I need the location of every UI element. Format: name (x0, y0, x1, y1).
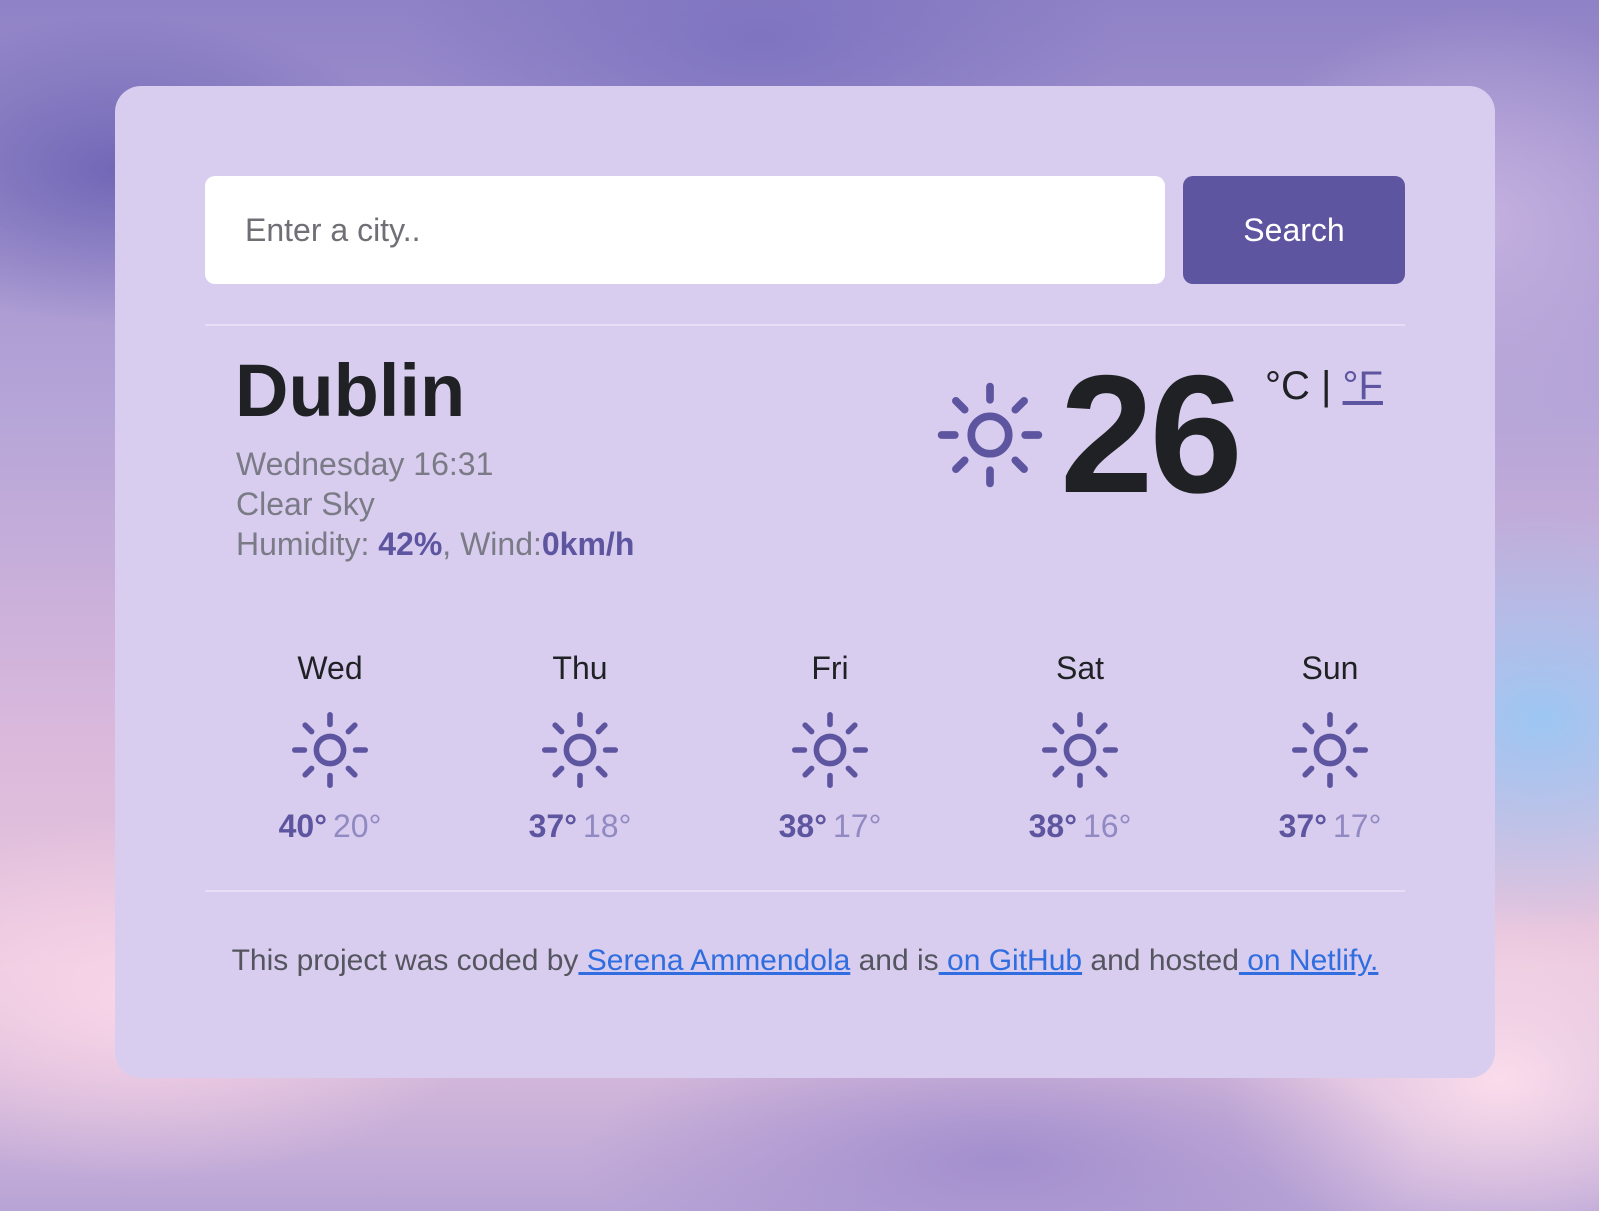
search-button[interactable]: Search (1183, 176, 1405, 284)
divider (205, 890, 1405, 892)
forecast-max-temp: 37° (528, 808, 577, 844)
sun-icon (935, 380, 1045, 490)
forecast-day-name: Sat (1055, 650, 1105, 686)
forecast-min-temp: 20° (333, 808, 382, 844)
humidity-value: 42% (378, 526, 443, 562)
footer-text: and is (850, 944, 939, 977)
unit-separator: | (1321, 364, 1332, 408)
forecast-temps: 37° 17° (1205, 806, 1455, 846)
unit-toggle: °C | °F (1265, 366, 1383, 406)
forecast-temps: 38° 16° (955, 806, 1205, 846)
author-link[interactable]: Serena Ammendola (578, 944, 851, 977)
forecast-day: Sun 37° 17° (1205, 648, 1455, 846)
current-datetime: Wednesday 16:31 (236, 446, 494, 482)
weather-card: Search Dublin Wednesday 16:31 Clear Sky … (115, 86, 1495, 1078)
forecast-min-temp: 18° (583, 808, 632, 844)
forecast-day: Thu 37° 18° (455, 648, 705, 846)
forecast-day-name: Sun (1301, 650, 1359, 686)
sun-icon (790, 710, 870, 790)
city-search-input[interactable] (205, 176, 1165, 284)
github-link[interactable]: on GitHub (939, 944, 1082, 977)
current-details: Wednesday 16:31 Clear Sky Humidity: 42%,… (236, 444, 634, 564)
forecast-max-temp: 37° (1278, 808, 1327, 844)
forecast-max-temp: 40° (278, 808, 327, 844)
forecast-min-temp: 17° (833, 808, 882, 844)
current-temperature: 26 (1060, 340, 1243, 528)
city-name: Dublin (235, 349, 466, 432)
forecast-day-name: Fri (811, 650, 849, 686)
forecast-day: Sat 38° 16° (955, 648, 1205, 846)
sun-icon (1290, 710, 1370, 790)
humidity-wind-line: Humidity: 42%, Wind:0km/h (236, 524, 634, 564)
forecast-max-temp: 38° (1028, 808, 1077, 844)
forecast-min-temp: 16° (1083, 808, 1132, 844)
divider (205, 324, 1405, 326)
fahrenheit-link[interactable]: °F (1343, 364, 1383, 408)
forecast-day: Fri 38° 17° (705, 648, 955, 846)
forecast-temps: 40° 20° (205, 806, 455, 846)
forecast-temps: 37° 18° (455, 806, 705, 846)
forecast-day: Wed 40° 20° (205, 648, 455, 846)
humidity-label: Humidity: (236, 526, 379, 562)
forecast-max-temp: 38° (778, 808, 827, 844)
forecast-temps: 38° 17° (705, 806, 955, 846)
search-form: Search (205, 176, 1405, 284)
wind-value: 0km/h (541, 526, 635, 562)
netlify-link[interactable]: on Netlify. (1239, 944, 1378, 977)
forecast-day-name: Wed (297, 650, 363, 686)
footer-text: and hosted (1082, 944, 1239, 977)
forecast-day-name: Thu (552, 650, 608, 686)
sun-icon (290, 710, 370, 790)
sun-icon (1040, 710, 1120, 790)
sun-icon (540, 710, 620, 790)
current-condition: Clear Sky (236, 486, 375, 522)
celsius-unit: °C (1265, 364, 1310, 408)
footer-text: This project was coded by (231, 944, 579, 977)
forecast-min-temp: 17° (1333, 808, 1382, 844)
footer: This project was coded by Serena Ammendo… (115, 944, 1495, 978)
wind-label: , Wind: (442, 526, 542, 562)
forecast: Wed 40° 20° Thu 37° 18° Fri 38° 17° Sat 38°… (205, 648, 1455, 848)
